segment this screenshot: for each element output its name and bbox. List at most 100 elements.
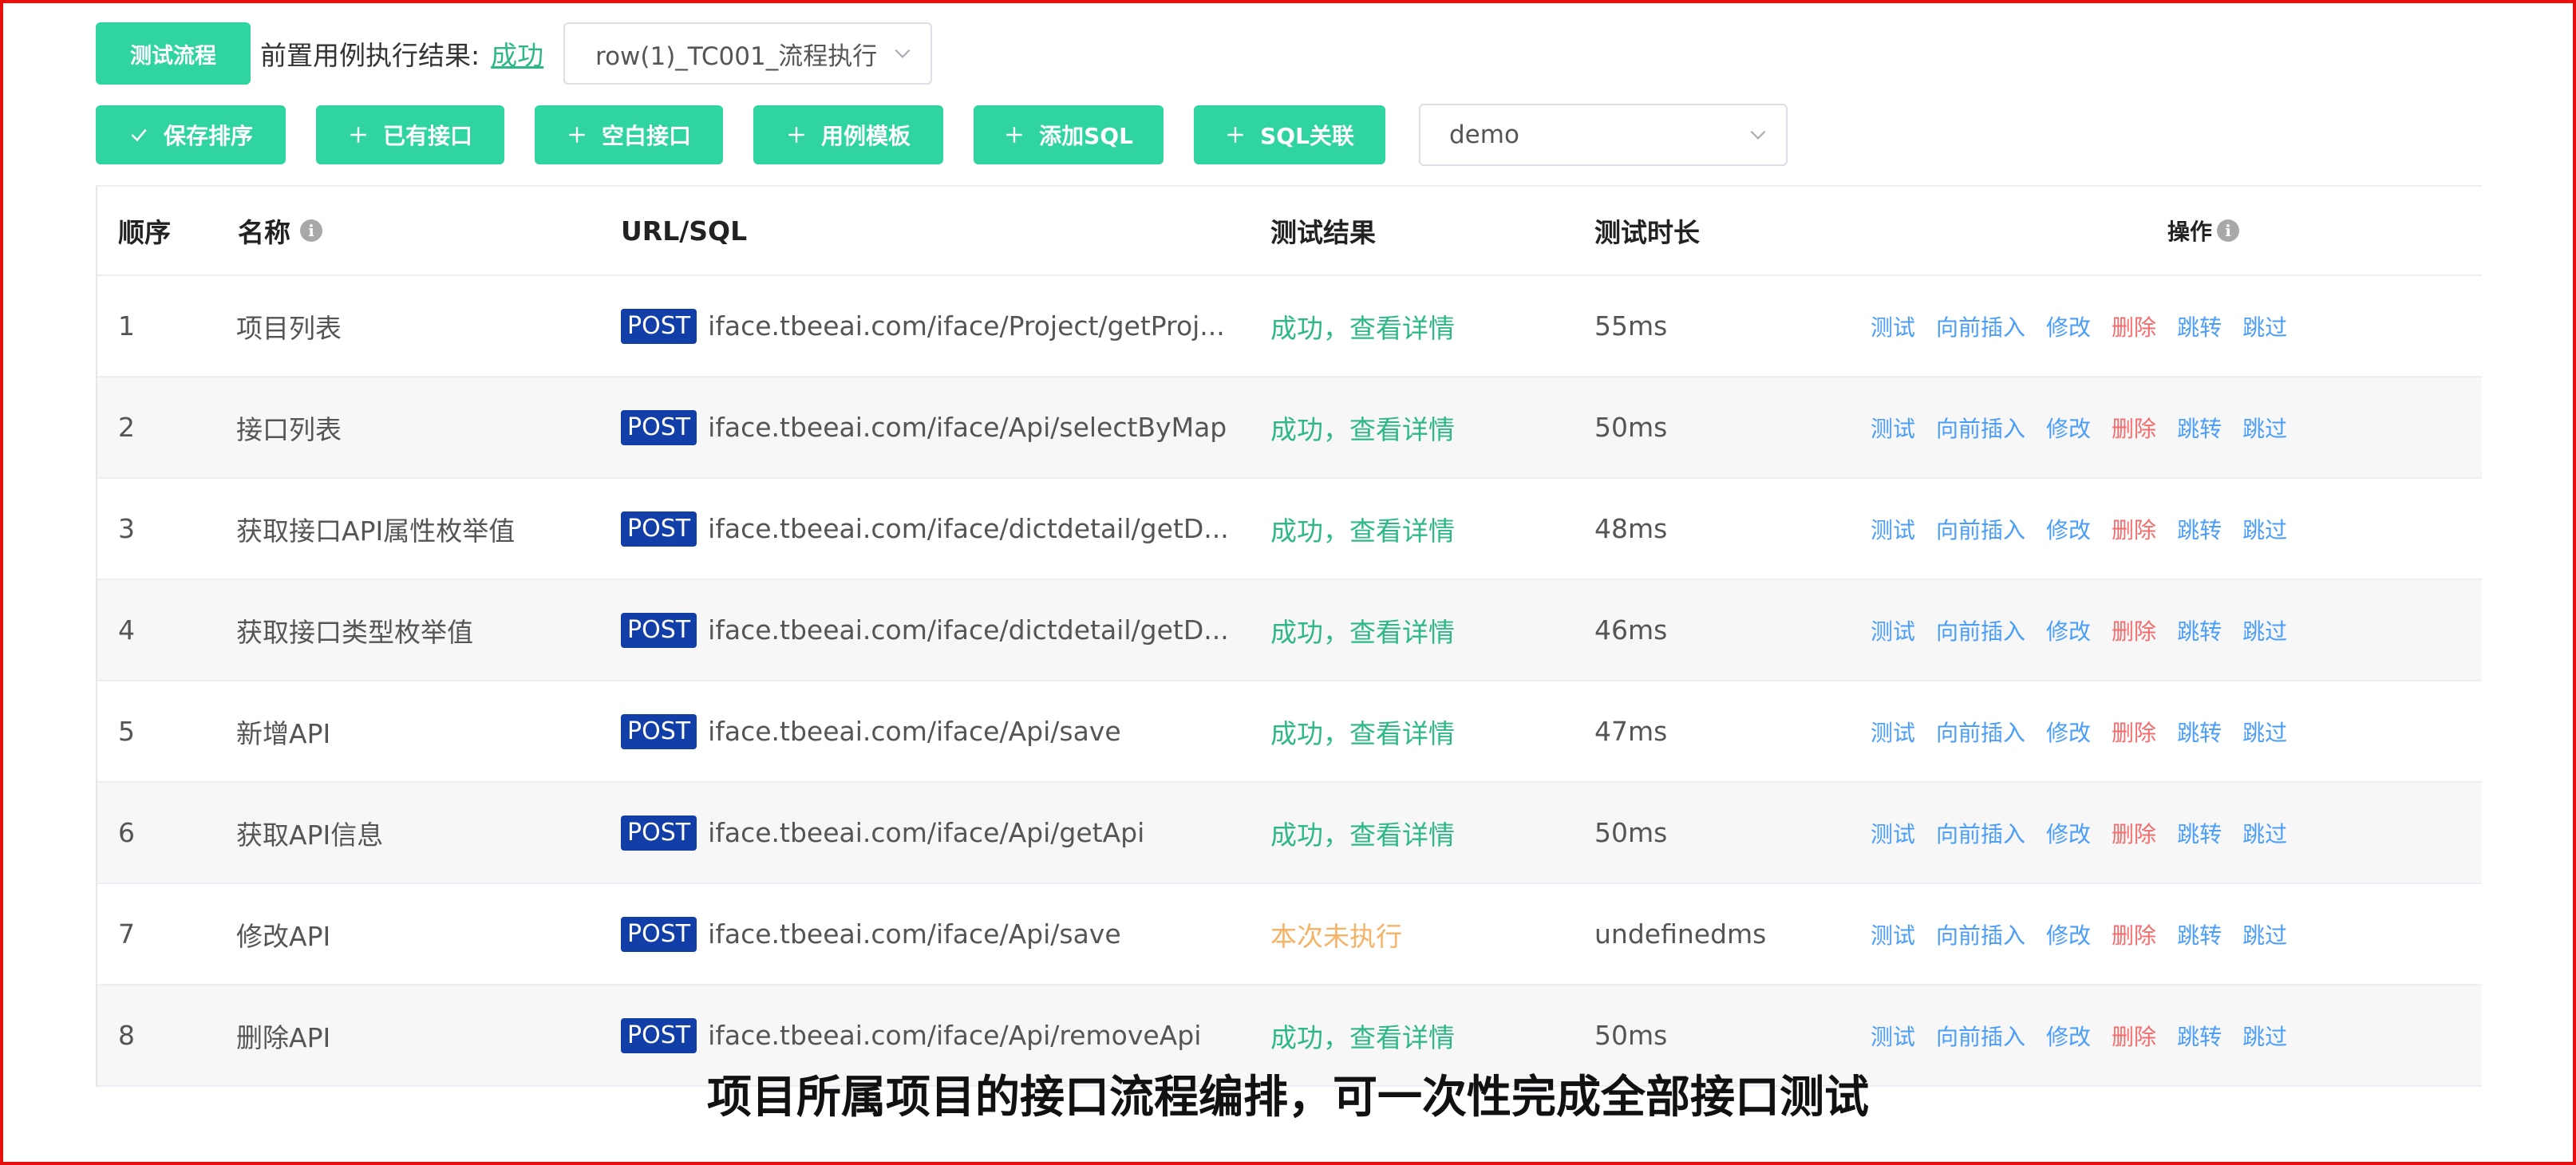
insert-before-op-link[interactable]: 向前插入 <box>1936 310 2025 342</box>
edit-op-link[interactable]: 修改 <box>2046 918 2091 950</box>
save-order-label: 保存排序 <box>163 123 253 149</box>
plus-icon <box>1006 127 1022 143</box>
add-sql-button[interactable]: 添加SQL <box>974 105 1164 164</box>
edit-op-link[interactable]: 修改 <box>2046 310 2091 342</box>
test-flow-button[interactable]: 测试流程 <box>96 22 251 85</box>
row-name: 新增API <box>236 717 331 749</box>
jump-op-link[interactable]: 跳转 <box>2177 412 2222 444</box>
jump-op-link[interactable]: 跳转 <box>2177 310 2222 342</box>
row-result-link[interactable]: 本次未执行 <box>1270 915 1594 954</box>
skip-op-link[interactable]: 跳过 <box>2242 817 2287 849</box>
case-select[interactable]: row(1)_TC001_流程执行 <box>563 22 932 85</box>
delete-op-link[interactable]: 删除 <box>2112 614 2156 646</box>
skip-op-link[interactable]: 跳过 <box>2242 513 2287 545</box>
save-order-button[interactable]: 保存排序 <box>96 105 286 164</box>
jump-op-link[interactable]: 跳转 <box>2177 817 2222 849</box>
environment-select-value: demo <box>1449 120 1519 149</box>
row-result-link[interactable]: 成功，查看详情 <box>1270 1017 1594 1055</box>
row-ops: 测试 向前插入 修改 删除 跳转 跳过 <box>1871 614 2482 646</box>
skip-op-link[interactable]: 跳过 <box>2242 1020 2287 1052</box>
http-method-badge: POST <box>621 308 697 344</box>
insert-before-op-link[interactable]: 向前插入 <box>1936 918 2025 950</box>
http-method-badge: POST <box>621 409 697 445</box>
http-method-badge: POST <box>621 815 697 851</box>
caption-subtitle: 项目所属项目的接口流程编排，可一次性完成全部接口测试 <box>707 1072 1869 1124</box>
skip-op-link[interactable]: 跳过 <box>2242 412 2287 444</box>
delete-op-link[interactable]: 删除 <box>2112 1020 2156 1052</box>
row-ops: 测试 向前插入 修改 删除 跳转 跳过 <box>1871 412 2482 444</box>
row-duration: 55ms <box>1594 310 1668 342</box>
skip-op-link[interactable]: 跳过 <box>2242 310 2287 342</box>
test-op-link[interactable]: 测试 <box>1871 716 1915 748</box>
header-name-label: 名称 <box>238 217 290 248</box>
row-result-link[interactable]: 成功，查看详情 <box>1270 409 1594 447</box>
insert-before-op-link[interactable]: 向前插入 <box>1936 614 2025 646</box>
insert-before-op-link[interactable]: 向前插入 <box>1936 716 2025 748</box>
insert-before-op-link[interactable]: 向前插入 <box>1936 817 2025 849</box>
environment-select[interactable]: demo <box>1419 104 1788 166</box>
row-duration: 50ms <box>1594 412 1668 443</box>
sql-link-button[interactable]: SQL关联 <box>1194 105 1385 164</box>
insert-before-op-link[interactable]: 向前插入 <box>1936 513 2025 545</box>
add-sql-label: 添加SQL <box>1039 123 1133 149</box>
edit-op-link[interactable]: 修改 <box>2046 513 2091 545</box>
skip-op-link[interactable]: 跳过 <box>2242 716 2287 748</box>
row-result-link[interactable]: 成功，查看详情 <box>1270 510 1594 548</box>
skip-op-link[interactable]: 跳过 <box>2242 614 2287 646</box>
toolbar: 保存排序 已有接口 空白接口 用例模板 添加SQL SQL关联 <box>96 105 1416 164</box>
edit-op-link[interactable]: 修改 <box>2046 412 2091 444</box>
row-result-link[interactable]: 成功，查看详情 <box>1270 814 1594 852</box>
case-template-label: 用例模板 <box>820 123 911 149</box>
info-icon[interactable]: i <box>300 219 322 242</box>
delete-op-link[interactable]: 删除 <box>2112 918 2156 950</box>
header-seq: 顺序 <box>118 217 171 248</box>
delete-op-link[interactable]: 删除 <box>2112 513 2156 545</box>
insert-before-op-link[interactable]: 向前插入 <box>1936 412 2025 444</box>
edit-op-link[interactable]: 修改 <box>2046 614 2091 646</box>
row-name: 获取接口API属性枚举值 <box>236 515 516 547</box>
case-template-button[interactable]: 用例模板 <box>753 105 943 164</box>
test-op-link[interactable]: 测试 <box>1871 918 1915 950</box>
delete-op-link[interactable]: 删除 <box>2112 716 2156 748</box>
jump-op-link[interactable]: 跳转 <box>2177 1020 2222 1052</box>
blank-api-button[interactable]: 空白接口 <box>535 105 723 164</box>
skip-op-link[interactable]: 跳过 <box>2242 918 2287 950</box>
row-duration: 50ms <box>1594 817 1668 848</box>
row-result-link[interactable]: 成功，查看详情 <box>1270 713 1594 751</box>
edit-op-link[interactable]: 修改 <box>2046 817 2091 849</box>
row-name: 删除API <box>236 1021 331 1053</box>
row-ops: 测试 向前插入 修改 删除 跳转 跳过 <box>1871 716 2482 748</box>
info-icon[interactable]: i <box>2217 219 2240 242</box>
edit-op-link[interactable]: 修改 <box>2046 716 2091 748</box>
http-method-badge: POST <box>621 916 697 952</box>
row-result-link[interactable]: 成功，查看详情 <box>1270 307 1594 346</box>
delete-op-link[interactable]: 删除 <box>2112 310 2156 342</box>
row-result-link[interactable]: 成功，查看详情 <box>1270 611 1594 650</box>
row-name: 获取API信息 <box>236 819 384 851</box>
insert-before-op-link[interactable]: 向前插入 <box>1936 1020 2025 1052</box>
row-seq: 7 <box>118 918 135 950</box>
delete-op-link[interactable]: 删除 <box>2112 412 2156 444</box>
test-op-link[interactable]: 测试 <box>1871 513 1915 545</box>
row-url: POST iface.tbeeai.com/iface/Project/getPr… <box>621 308 1270 344</box>
row-url: POST iface.tbeeai.com/iface/Api/save <box>621 916 1270 952</box>
pre-result-status-link[interactable]: 成功 <box>491 34 543 73</box>
jump-op-link[interactable]: 跳转 <box>2177 918 2222 950</box>
api-flow-table: 顺序 名称 i URL/SQL 测试结果 测试时长 操作 i 1 项目列表 POST… <box>96 185 2482 1087</box>
jump-op-link[interactable]: 跳转 <box>2177 614 2222 646</box>
test-op-link[interactable]: 测试 <box>1871 614 1915 646</box>
chevron-down-icon <box>895 49 911 58</box>
test-op-link[interactable]: 测试 <box>1871 1020 1915 1052</box>
edit-op-link[interactable]: 修改 <box>2046 1020 2091 1052</box>
row-url-text: iface.tbeeai.com/iface/Api/save <box>708 918 1121 950</box>
test-op-link[interactable]: 测试 <box>1871 817 1915 849</box>
test-op-link[interactable]: 测试 <box>1871 412 1915 444</box>
jump-op-link[interactable]: 跳转 <box>2177 513 2222 545</box>
existing-api-button[interactable]: 已有接口 <box>316 105 504 164</box>
row-ops: 测试 向前插入 修改 删除 跳转 跳过 <box>1871 513 2482 545</box>
test-op-link[interactable]: 测试 <box>1871 310 1915 342</box>
jump-op-link[interactable]: 跳转 <box>2177 716 2222 748</box>
row-url-text: iface.tbeeai.com/iface/dictdetail/getD..… <box>708 614 1229 646</box>
header-ops-label: 操作 <box>2167 219 2213 245</box>
delete-op-link[interactable]: 删除 <box>2112 817 2156 849</box>
